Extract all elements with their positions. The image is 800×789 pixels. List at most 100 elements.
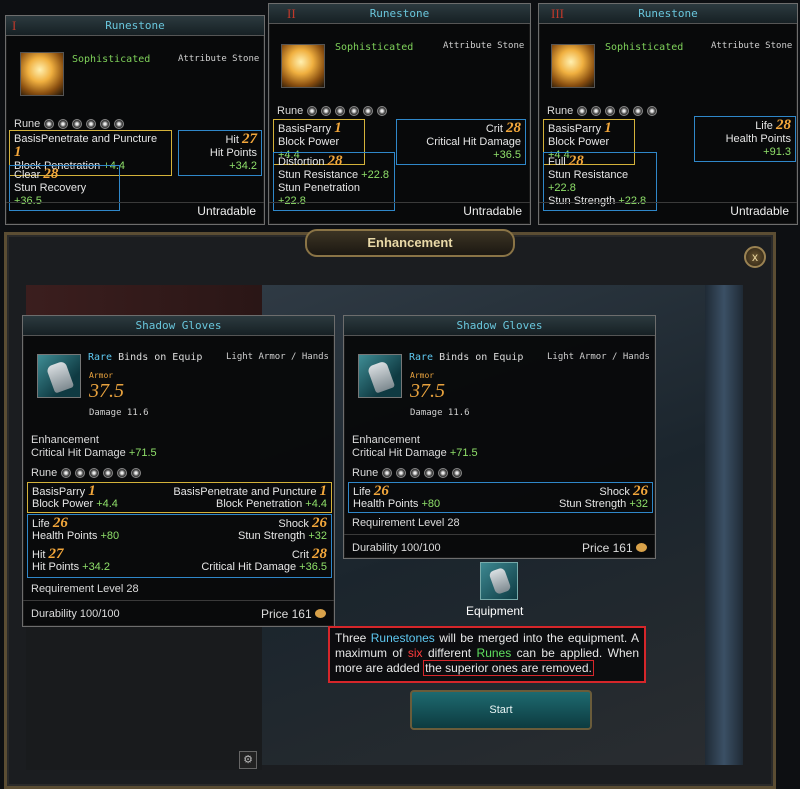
- requirement-label: Requirement Level 28: [352, 517, 460, 529]
- rune-box-life: Life 28 Health Points +91.3: [694, 116, 796, 162]
- tooltip-title: Runestone: [369, 7, 430, 20]
- start-button[interactable]: Start: [410, 690, 592, 730]
- untradable-label: Untradable: [463, 204, 522, 218]
- rune-slot-icon: [382, 468, 393, 478]
- item-tooltip-left: Shadow Gloves Rare Binds on Equip Light …: [22, 315, 335, 627]
- close-button[interactable]: x: [744, 246, 766, 268]
- rune-slot-icon: [377, 106, 388, 116]
- rune-slot-icon: [438, 468, 449, 478]
- roman-numeral: III: [551, 6, 564, 21]
- rune-slots: Rune: [277, 105, 388, 117]
- window-title: Enhancement: [305, 229, 515, 257]
- rune-box-hit: Hit 27 Hit Points +34.2: [178, 130, 262, 176]
- rune-slot-icon: [452, 468, 463, 478]
- rune-box-clear: Clear 28 Stun Recovery +36.5: [9, 165, 120, 211]
- glove-icon: [358, 354, 402, 398]
- enhancement-stat: Critical Hit Damage +71.5: [352, 447, 478, 459]
- rune-slot-icon: [75, 468, 86, 478]
- rune-slot-icon: [619, 106, 630, 116]
- rune-slot-icon: [44, 119, 55, 129]
- rune-slot-icon: [396, 468, 407, 478]
- roman-numeral: I: [12, 18, 17, 33]
- item-title: Shadow Gloves: [344, 316, 655, 336]
- enhancement-label: Enhancement: [352, 434, 420, 446]
- runestone-icon: [551, 44, 595, 88]
- category-label: Attribute Stone: [711, 41, 793, 51]
- grade-label: Sophisticated: [335, 42, 414, 53]
- price-label: Price 161: [261, 607, 326, 621]
- rune-slot-icon: [335, 106, 346, 116]
- rune-slot-icon: [424, 468, 435, 478]
- rune-slot-icon: [72, 119, 83, 129]
- category-label: Light Armor / Hands: [547, 352, 650, 362]
- armor-label: Armor: [89, 371, 114, 380]
- enhancement-label: Enhancement: [31, 434, 99, 446]
- armor-value: 37.5: [89, 380, 124, 402]
- blue-rune-group: Life 26 Health Points +80 Shock 26 Stun …: [348, 482, 653, 513]
- runestone-tooltip-1: I Runestone Sophisticated Attribute Ston…: [5, 15, 265, 225]
- rune-slot-icon: [103, 468, 114, 478]
- rune-slot-icon: [605, 106, 616, 116]
- tooltip-title: Runestone: [638, 7, 698, 20]
- runestone-icon: [281, 44, 325, 88]
- roman-numeral: II: [287, 6, 296, 21]
- rune-slot-icon: [131, 468, 142, 478]
- background-strip: [26, 285, 262, 315]
- rune-slot-icon: [577, 106, 588, 116]
- damage-value: Damage 11.6: [410, 408, 470, 418]
- rune-slot-icon: [100, 119, 111, 129]
- grade-label: Sophisticated: [72, 54, 151, 65]
- item-tooltip-right: Shadow Gloves Rare Binds on Equip Light …: [343, 315, 656, 559]
- damage-value: Damage 11.6: [89, 408, 149, 418]
- runestone-tooltip-2: II Runestone Sophisticated Attribute Sto…: [268, 3, 531, 225]
- yellow-rune-group: BasisParry 1 Block Power +4.4 BasisPenet…: [27, 482, 332, 513]
- rune-box-crit: Crit 28 Critical Hit Damage +36.5: [396, 119, 526, 165]
- equipment-label: Equipment: [466, 604, 524, 618]
- rune-slot-icon: [363, 106, 374, 116]
- requirement-label: Requirement Level 28: [31, 583, 139, 595]
- highlighted-note: the superior ones are removed.: [423, 660, 594, 676]
- rune-slot-icon: [58, 119, 69, 129]
- price-label: Price 161: [582, 541, 647, 555]
- rune-slots: Rune: [547, 105, 658, 117]
- rune-slot-icon: [89, 468, 100, 478]
- rune-slot-icon: [321, 106, 332, 116]
- category-label: Attribute Stone: [443, 41, 525, 51]
- armor-value: 37.5: [410, 380, 445, 402]
- binds-label: Binds on Equip: [439, 352, 524, 363]
- rune-slot-icon: [61, 468, 72, 478]
- coin-icon: [636, 543, 647, 552]
- equipment-slot[interactable]: [480, 562, 518, 600]
- category-label: Light Armor / Hands: [226, 352, 329, 362]
- background-pillar: [705, 285, 743, 765]
- rune-slot-icon: [591, 106, 602, 116]
- rune-slots: Rune: [352, 467, 463, 479]
- rarity-label: Rare: [409, 352, 434, 363]
- grade-label: Sophisticated: [605, 42, 684, 53]
- rune-slot-icon: [633, 106, 644, 116]
- binds-label: Binds on Equip: [118, 352, 203, 363]
- rune-slots: Rune: [31, 467, 142, 479]
- rarity-label: Rare: [88, 352, 113, 363]
- category-label: Attribute Stone: [178, 54, 260, 64]
- coin-icon: [315, 609, 326, 618]
- settings-icon[interactable]: ⚙: [239, 751, 257, 769]
- rune-slot-icon: [349, 106, 360, 116]
- runestone-tooltip-3: III Runestone Sophisticated Attribute St…: [538, 3, 798, 225]
- untradable-label: Untradable: [197, 204, 256, 218]
- rune-slot-icon: [114, 119, 125, 129]
- rune-slots: Rune: [14, 118, 125, 130]
- untradable-label: Untradable: [730, 204, 789, 218]
- glove-icon: [37, 354, 81, 398]
- rune-slot-icon: [307, 106, 318, 116]
- rune-slot-icon: [117, 468, 128, 478]
- blue-rune-group: Life 26 Health Points +80 Shock 26 Stun …: [27, 514, 332, 578]
- durability-label: Durability 100/100: [31, 608, 120, 620]
- info-message: Three Runestones will be merged into the…: [328, 626, 646, 683]
- rune-slot-icon: [86, 119, 97, 129]
- runestone-icon: [20, 52, 64, 96]
- enhancement-stat: Critical Hit Damage +71.5: [31, 447, 157, 459]
- left-panel: [26, 620, 262, 770]
- rune-slot-icon: [410, 468, 421, 478]
- rune-slot-icon: [647, 106, 658, 116]
